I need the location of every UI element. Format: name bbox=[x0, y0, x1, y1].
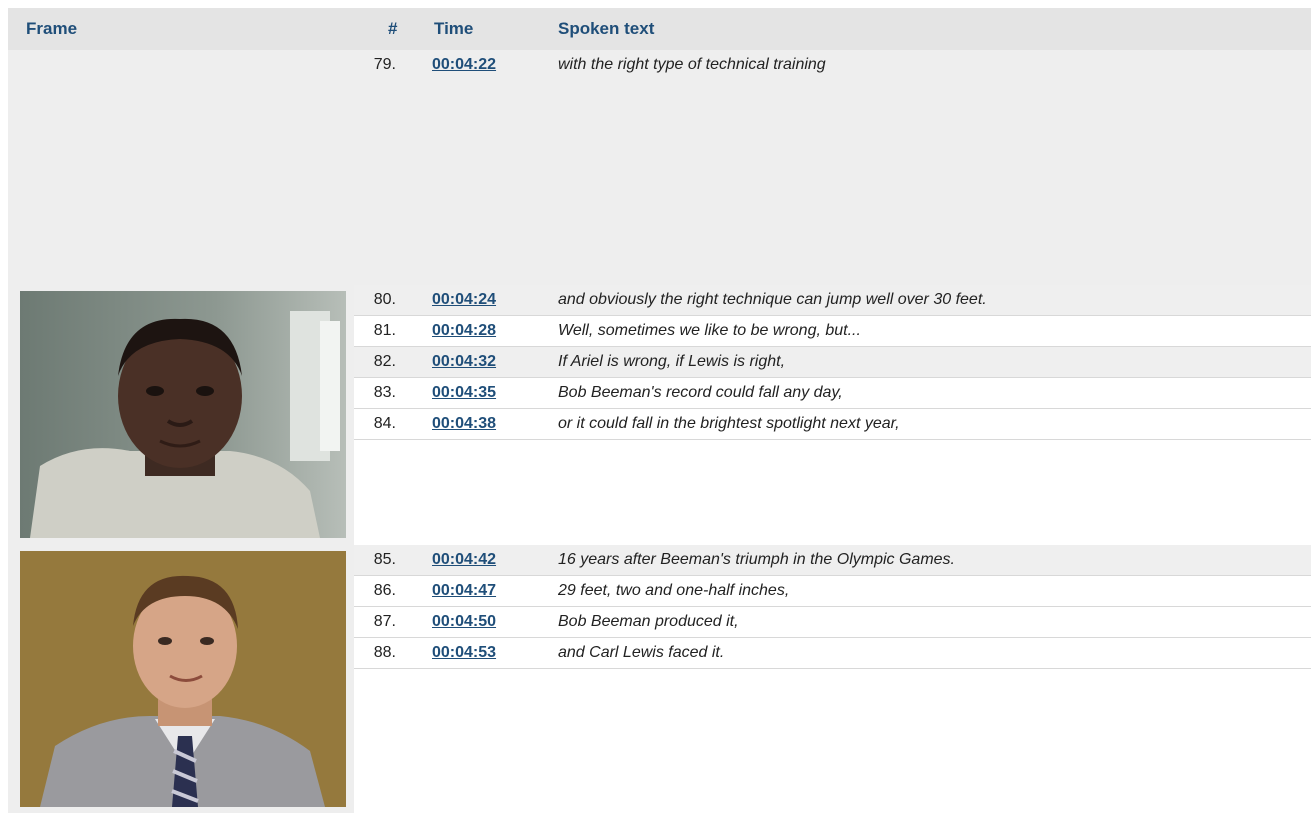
row-number: 79. bbox=[373, 56, 396, 73]
reporter-portrait-image bbox=[20, 551, 346, 807]
table-row: 80. 00:04:24 and obviously the right tec… bbox=[354, 285, 1311, 316]
table-row: 88. 00:04:53 and Carl Lewis faced it. bbox=[354, 638, 1311, 669]
table-header: Frame # Time Spoken text bbox=[8, 8, 1311, 50]
spoken-text: and obviously the right technique can ju… bbox=[558, 291, 987, 308]
timestamp-link[interactable]: 00:04:28 bbox=[432, 322, 496, 340]
timestamp-link[interactable]: 00:04:50 bbox=[432, 613, 496, 631]
row-number: 82. bbox=[373, 353, 396, 370]
timestamp-link[interactable]: 00:04:32 bbox=[432, 353, 496, 371]
table-row: 82. 00:04:32 If Ariel is wrong, if Lewis… bbox=[354, 347, 1311, 378]
timestamp-link[interactable]: 00:04:22 bbox=[432, 56, 496, 74]
video-frame-athlete[interactable] bbox=[20, 291, 346, 538]
spoken-text: 16 years after Beeman's triumph in the O… bbox=[558, 551, 955, 568]
table-row: 81. 00:04:28 Well, sometimes we like to … bbox=[354, 316, 1311, 347]
timestamp-link[interactable]: 00:04:35 bbox=[432, 384, 496, 402]
spoken-text: Bob Beeman's record could fall any day, bbox=[558, 384, 843, 401]
timestamp-link[interactable]: 00:04:53 bbox=[432, 644, 496, 662]
row-number: 85. bbox=[373, 551, 396, 568]
row-number: 86. bbox=[373, 582, 396, 599]
spoken-text: Bob Beeman produced it, bbox=[558, 613, 739, 630]
spoken-text: and Carl Lewis faced it. bbox=[558, 644, 725, 661]
header-time: Time bbox=[434, 19, 474, 38]
timestamp-link[interactable]: 00:04:38 bbox=[432, 415, 496, 433]
row-number: 87. bbox=[373, 613, 396, 630]
transcript-group-2: 80. 00:04:24 and obviously the right tec… bbox=[8, 285, 1311, 545]
timestamp-link[interactable]: 00:04:47 bbox=[432, 582, 496, 600]
spoken-text: If Ariel is wrong, if Lewis is right, bbox=[558, 353, 786, 370]
spoken-text: with the right type of technical trainin… bbox=[558, 56, 826, 73]
row-number: 80. bbox=[373, 291, 396, 308]
transcript-page: Frame # Time Spoken text 79. 00:04:22 wi… bbox=[0, 0, 1311, 813]
header-frame: Frame bbox=[26, 19, 78, 38]
table-row: 86. 00:04:47 29 feet, two and one-half i… bbox=[354, 576, 1311, 607]
table-row: 83. 00:04:35 Bob Beeman's record could f… bbox=[354, 378, 1311, 409]
row-number: 83. bbox=[373, 384, 396, 401]
timestamp-link[interactable]: 00:04:42 bbox=[432, 551, 496, 569]
row-number: 88. bbox=[373, 644, 396, 661]
transcript-group-3: 85. 00:04:42 16 years after Beeman's tri… bbox=[8, 545, 1311, 813]
frame-cell bbox=[8, 285, 354, 545]
table-row: 85. 00:04:42 16 years after Beeman's tri… bbox=[354, 545, 1311, 576]
spoken-text: Well, sometimes we like to be wrong, but… bbox=[558, 322, 861, 339]
spoken-text: 29 feet, two and one-half inches, bbox=[558, 582, 790, 599]
athlete-portrait-image bbox=[20, 291, 346, 538]
row-number: 81. bbox=[373, 322, 396, 339]
spoken-text: or it could fall in the brightest spotli… bbox=[558, 415, 900, 432]
transcript-group-1: 79. 00:04:22 with the right type of tech… bbox=[8, 50, 1311, 285]
table-row: 84. 00:04:38 or it could fall in the bri… bbox=[354, 409, 1311, 440]
table-row: 79. 00:04:22 with the right type of tech… bbox=[354, 50, 1311, 285]
video-frame-reporter[interactable] bbox=[20, 551, 346, 807]
table-row: 87. 00:04:50 Bob Beeman produced it, bbox=[354, 607, 1311, 638]
timestamp-link[interactable]: 00:04:24 bbox=[432, 291, 496, 309]
frame-cell bbox=[8, 545, 354, 813]
row-number: 84. bbox=[373, 415, 396, 432]
header-number: # bbox=[388, 19, 398, 38]
header-spoken-text: Spoken text bbox=[558, 19, 655, 38]
